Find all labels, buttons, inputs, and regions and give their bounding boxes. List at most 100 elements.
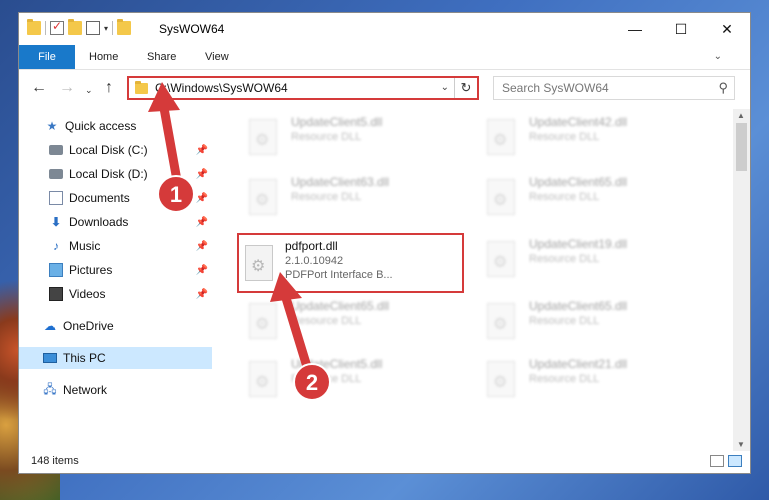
file-item[interactable]: UpdateClient5.dll Resource DLL bbox=[245, 111, 470, 169]
file-type: Resource DLL bbox=[529, 131, 600, 143]
file-item[interactable]: UpdateClient21.dll Resource DLL bbox=[483, 353, 708, 411]
dll-file-icon bbox=[487, 361, 515, 397]
address-path[interactable]: C:\Windows\SysWOW64 bbox=[155, 81, 288, 95]
details-view-icon[interactable] bbox=[710, 455, 724, 467]
pictures-icon bbox=[49, 263, 63, 277]
file-item[interactable]: UpdateClient65.dll Resource DLL bbox=[483, 171, 708, 229]
sidebar-item-music[interactable]: ♪ Music 📌 bbox=[19, 235, 212, 257]
dll-file-icon bbox=[249, 119, 277, 155]
dll-file-icon bbox=[487, 241, 515, 277]
close-button[interactable]: ✕ bbox=[704, 13, 750, 45]
sidebar-item-downloads[interactable]: ⬇ Downloads 📌 bbox=[19, 211, 212, 233]
sidebar-item-onedrive[interactable]: ☁ OneDrive bbox=[19, 315, 212, 337]
status-bar: 148 items bbox=[19, 449, 750, 473]
sidebar-item-videos[interactable]: Videos 📌 bbox=[19, 283, 212, 305]
music-icon: ♪ bbox=[53, 239, 59, 253]
search-placeholder: Search SysWOW64 bbox=[502, 81, 609, 95]
sidebar-item-label: This PC bbox=[63, 351, 106, 365]
sidebar-item-label: Local Disk (D:) bbox=[69, 167, 148, 181]
sidebar-item-network[interactable]: 🖧 Network bbox=[19, 379, 212, 401]
sidebar-item-local-disk-c[interactable]: Local Disk (C:) 📌 bbox=[19, 139, 212, 161]
videos-icon bbox=[49, 287, 63, 301]
file-item[interactable]: UpdateClient42.dll Resource DLL bbox=[483, 111, 708, 169]
folder-icon[interactable] bbox=[27, 19, 41, 35]
maximize-button[interactable]: ☐ bbox=[658, 13, 704, 45]
recent-locations-button[interactable]: ⌄ bbox=[85, 85, 93, 96]
new-folder-icon[interactable] bbox=[68, 19, 82, 35]
file-item[interactable]: UpdateClient63.dll Resource DLL bbox=[245, 171, 470, 229]
file-type: Resource DLL bbox=[291, 191, 362, 203]
file-type: Resource DLL bbox=[529, 191, 600, 203]
disk-icon bbox=[49, 145, 63, 155]
file-item[interactable]: UpdateClient65.dll Resource DLL bbox=[483, 295, 708, 353]
scrollbar-thumb[interactable] bbox=[736, 123, 747, 171]
properties-icon[interactable] bbox=[50, 19, 64, 35]
file-type: Resource DLL bbox=[529, 315, 600, 327]
file-name: UpdateClient5.dll bbox=[291, 115, 383, 129]
tiles-view-icon[interactable] bbox=[728, 455, 742, 467]
vertical-scrollbar[interactable]: ▲ ▼ bbox=[733, 109, 750, 451]
sidebar-item-label: Downloads bbox=[69, 215, 129, 229]
sidebar-item-local-disk-d[interactable]: Local Disk (D:) 📌 bbox=[19, 163, 212, 185]
back-button[interactable]: ← bbox=[31, 79, 47, 97]
search-input[interactable]: Search SysWOW64 ⚲ bbox=[493, 76, 735, 100]
customize-toolbar-icon[interactable]: ▾ bbox=[104, 24, 108, 33]
refresh-button[interactable]: ↻ bbox=[454, 78, 477, 98]
disk-icon bbox=[49, 169, 63, 179]
ribbon-tabs: File Home Share View ⌄ ? bbox=[19, 45, 750, 70]
forward-button[interactable]: → bbox=[59, 79, 75, 97]
minimize-button[interactable]: — bbox=[612, 13, 658, 45]
sidebar-item-label: Pictures bbox=[69, 263, 113, 277]
scroll-up-icon[interactable]: ▲ bbox=[737, 111, 745, 120]
sidebar-item-label: Music bbox=[69, 239, 101, 253]
scroll-down-icon[interactable]: ▼ bbox=[737, 440, 745, 449]
pin-icon[interactable]: 📌 bbox=[196, 217, 208, 228]
file-name: UpdateClient63.dll bbox=[291, 175, 390, 189]
view-options-icon[interactable] bbox=[86, 21, 100, 35]
pin-icon[interactable]: 📌 bbox=[196, 193, 208, 204]
address-bar[interactable]: C:\Windows\SysWOW64 ⌄ ↻ bbox=[127, 76, 479, 100]
sidebar-item-label: Network bbox=[63, 383, 108, 397]
folder-icon bbox=[135, 81, 148, 94]
file-name: pdfport.dll bbox=[285, 239, 338, 253]
file-description: PDFPort Interface B... bbox=[285, 269, 393, 281]
pin-icon[interactable]: 📌 bbox=[196, 289, 208, 300]
file-type: Resource DLL bbox=[291, 373, 362, 385]
view-switcher bbox=[710, 455, 742, 467]
expand-ribbon-icon[interactable]: ⌄ bbox=[714, 45, 722, 69]
sidebar-item-quick-access[interactable]: ★ Quick access bbox=[19, 115, 212, 137]
file-item[interactable]: UpdateClient65.dll Resource DLL bbox=[245, 295, 470, 353]
sidebar-item-this-pc[interactable]: This PC bbox=[19, 347, 212, 369]
window-controls: — ☐ ✕ bbox=[612, 13, 750, 45]
up-button[interactable]: ↑ bbox=[105, 79, 113, 97]
pin-icon[interactable]: 📌 bbox=[196, 145, 208, 156]
item-count: 148 items bbox=[31, 455, 79, 467]
pin-icon[interactable]: 📌 bbox=[196, 265, 208, 276]
sidebar-item-label: OneDrive bbox=[63, 319, 114, 333]
navigation-bar: ← → ⌄ ↑ C:\Windows\SysWOW64 ⌄ ↻ Search S… bbox=[19, 71, 750, 105]
sidebar-item-label: Videos bbox=[69, 287, 106, 301]
tab-view[interactable]: View bbox=[205, 45, 229, 69]
file-item-pdfport[interactable]: pdfport.dll 2.1.0.10942 PDFPort Interfac… bbox=[237, 233, 464, 293]
tab-file[interactable]: File bbox=[19, 45, 75, 69]
pin-icon[interactable]: 📌 bbox=[196, 169, 208, 180]
tab-share[interactable]: Share bbox=[147, 45, 176, 69]
file-item[interactable]: UpdateClient19.dll Resource DLL bbox=[483, 233, 708, 291]
file-explorer-window: ▾ SysWOW64 — ☐ ✕ File Home Share View ⌄ … bbox=[18, 12, 751, 474]
dll-file-icon bbox=[487, 179, 515, 215]
file-version: 2.1.0.10942 bbox=[285, 255, 344, 267]
search-icon[interactable]: ⚲ bbox=[718, 80, 728, 96]
file-item[interactable]: UpdateClient5.dll Resource DLL bbox=[245, 353, 470, 411]
chevron-down-icon[interactable]: ⌄ bbox=[441, 82, 449, 93]
navigation-pane: ★ Quick access Local Disk (C:) 📌 Local D… bbox=[19, 109, 212, 449]
star-icon: ★ bbox=[46, 119, 58, 133]
tab-home[interactable]: Home bbox=[89, 45, 118, 69]
pin-icon[interactable]: 📌 bbox=[196, 241, 208, 252]
network-icon: 🖧 bbox=[43, 381, 57, 396]
file-name: UpdateClient65.dll bbox=[529, 299, 628, 313]
sidebar-item-label: Local Disk (C:) bbox=[69, 143, 148, 157]
file-name: UpdateClient21.dll bbox=[529, 357, 628, 371]
sidebar-item-pictures[interactable]: Pictures 📌 bbox=[19, 259, 212, 281]
file-name: UpdateClient65.dll bbox=[529, 175, 628, 189]
sidebar-item-documents[interactable]: Documents 📌 bbox=[19, 187, 212, 209]
